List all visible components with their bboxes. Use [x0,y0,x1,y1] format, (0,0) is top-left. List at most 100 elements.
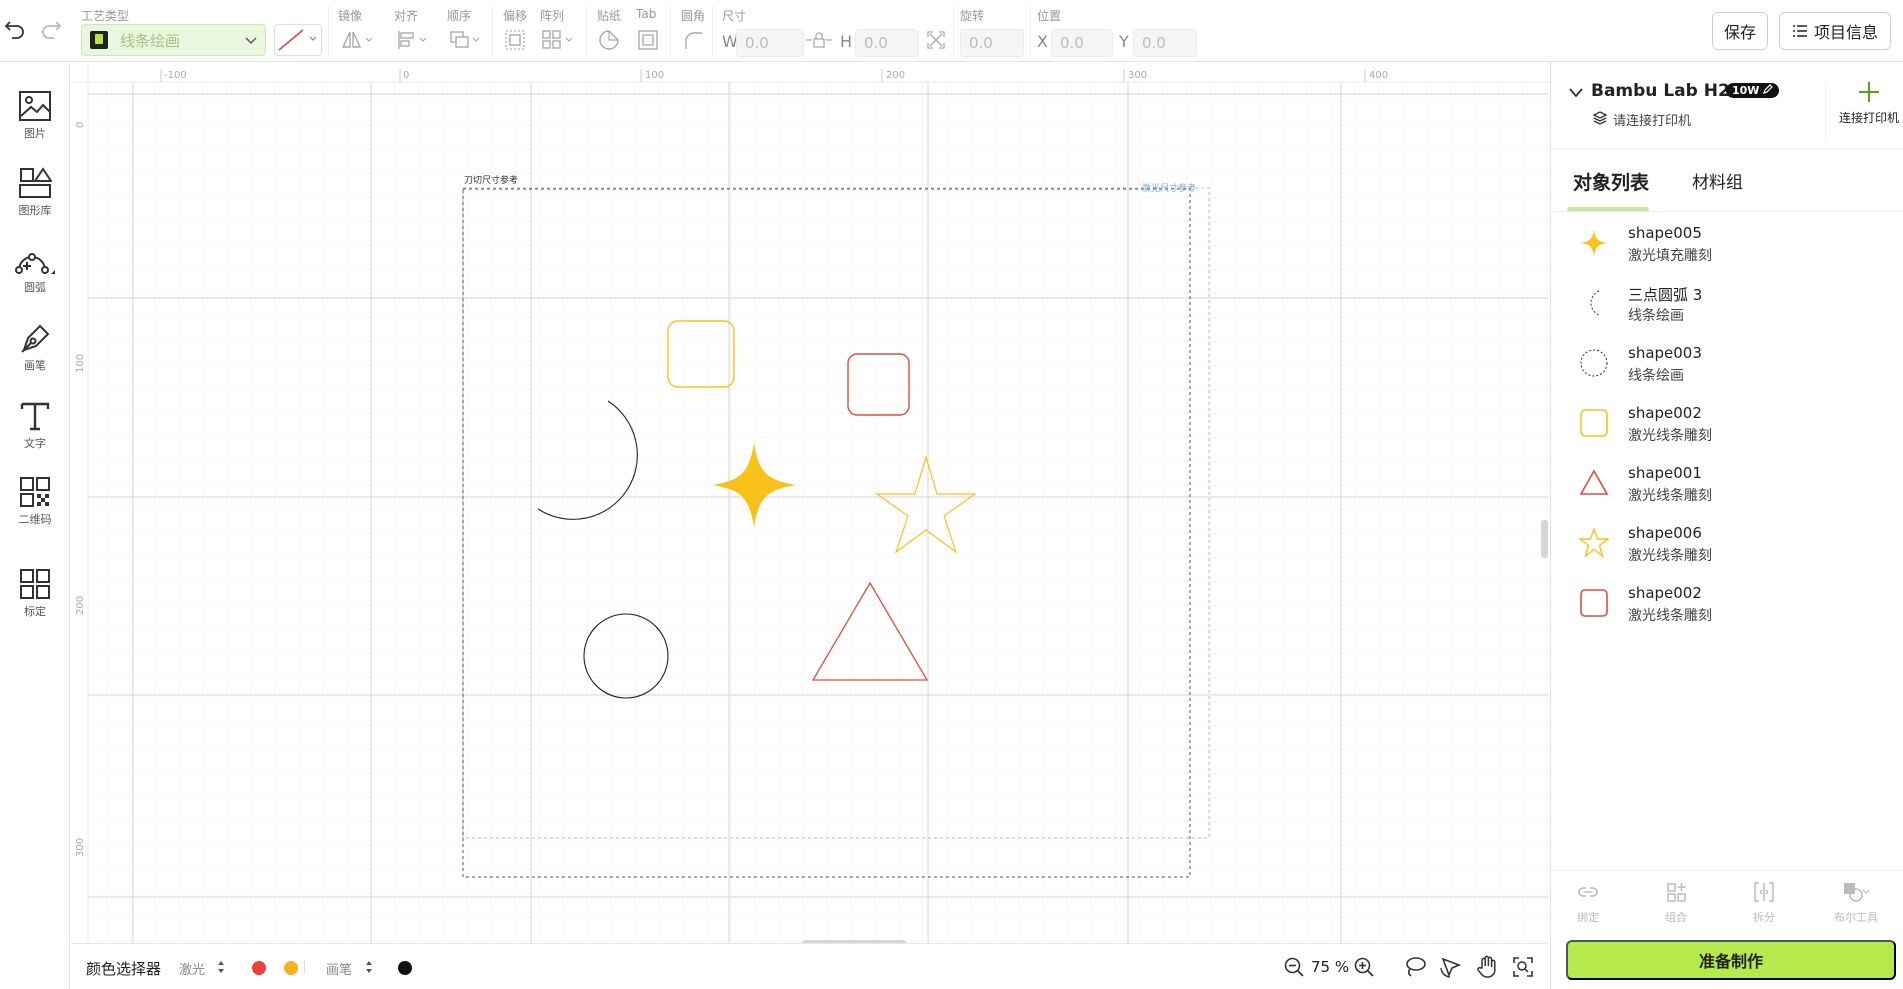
plus-icon [1859,82,1879,102]
text-tool[interactable]: 文字 [0,400,70,451]
lock-ratio-icon[interactable] [806,28,832,52]
split-icon [1754,882,1774,902]
array-icon[interactable] [540,28,578,52]
pointer-select-icon[interactable] [1440,956,1462,978]
object-type: 线条绘画 [1628,308,1684,324]
size-label: 尺寸 [722,9,747,23]
sort-icon[interactable] [216,959,226,975]
object-row[interactable]: shape002 激光线条雕刻 [1551,574,1903,634]
object-row[interactable]: shape002 激光线条雕刻 [1551,394,1903,454]
laser-mode-label[interactable]: 激光 [179,959,205,978]
color-swatch[interactable] [252,961,266,975]
project-info-button[interactable]: 项目信息 [1779,12,1891,50]
process-type-value: 线条绘画 [120,31,181,50]
separator [1551,148,1903,149]
boolean-tool-label: 布尔工具 [1834,911,1878,924]
lasso-select-icon[interactable] [1404,956,1426,978]
corner-radius-icon[interactable] [681,28,705,52]
fit-view-icon[interactable] [1512,956,1534,978]
offset-icon[interactable] [503,28,527,52]
color-picker-label: 颜色选择器 [86,960,162,978]
pen-icon [21,324,50,353]
rotation-field[interactable]: 0.0 [960,29,1024,57]
horizontal-ruler [71,63,1549,82]
order-label: 顺序 [447,9,472,23]
printer-name[interactable]: Bambu Lab H2D [1591,81,1744,101]
chevron-down-icon[interactable] [1569,88,1583,98]
zoom-in-icon[interactable] [1354,957,1374,977]
separator [1551,211,1903,212]
layers-icon [1593,111,1607,125]
save-button[interactable]: 保存 [1712,12,1768,50]
split-button[interactable]: 拆分 [1734,881,1794,925]
ruler-h-label: 300 [1128,70,1147,81]
redo-icon[interactable] [36,14,66,44]
order-icon[interactable] [447,28,485,52]
hand-pan-icon[interactable] [1476,955,1498,979]
undo-icon[interactable] [0,14,30,44]
bind-button[interactable]: 绑定 [1558,881,1618,925]
app-root: 工艺类型 线条绘画 镜像 对齐 顺序 偏移 阵列 贴纸 Tab 圆角 尺寸 W … [0,0,1903,989]
shape-library-tool[interactable]: 图形库 [0,167,70,218]
object-name: shape001 [1628,464,1702,482]
process-type-select[interactable]: 线条绘画 [81,24,266,56]
group-button[interactable]: 组合 [1646,881,1706,925]
image-tool-label: 图片 [24,127,46,140]
object-type: 激光线条雕刻 [1628,608,1712,624]
width-field[interactable]: 0.0 [736,29,804,57]
connect-printer-button[interactable]: 连接打印机 [1834,64,1903,134]
image-tool[interactable]: 图片 [0,90,70,141]
boolean-tool-button[interactable]: 布尔工具 [1826,881,1886,925]
cut-area-label: 刀切尺寸参考 [464,174,518,186]
mirror-icon[interactable] [338,28,376,52]
align-icon[interactable] [394,28,432,52]
tab-material-group[interactable]: 材料组 [1692,168,1743,193]
zoom-level[interactable]: 75 % [1311,958,1349,976]
design-canvas[interactable]: -100 0 100 200 300 400 0 100 200 300 刀切尺… [71,63,1549,943]
x-field[interactable]: 0.0 [1051,29,1113,57]
pen-mode-label[interactable]: 画笔 [326,959,352,978]
pen-tool[interactable]: 画笔 [0,322,70,373]
arc-tool[interactable]: 圆弧 [0,244,70,295]
object-row[interactable]: shape006 激光线条雕刻 [1551,514,1903,574]
vertical-scrollbar[interactable] [1541,520,1548,558]
qrcode-icon [20,477,50,507]
fit-size-icon[interactable] [924,28,948,52]
circle-icon [1580,349,1608,377]
separator [670,6,671,56]
list-icon [1792,25,1807,37]
array-label: 阵列 [540,9,565,23]
separator [712,6,713,56]
chevron-down-icon [245,37,257,45]
laser-module-icon [90,31,108,49]
left-toolbar: 图片 图形库 圆弧 画笔 文字 二维码 标定 [0,62,70,989]
project-info-label: 项目信息 [1813,25,1878,42]
tab-object-list[interactable]: 对象列表 [1573,168,1649,195]
sticker-icon[interactable] [597,28,621,52]
prepare-button[interactable]: 准备制作 [1566,940,1896,980]
separator [1030,6,1031,56]
y-field[interactable]: 0.0 [1133,29,1197,57]
object-type: 激光线条雕刻 [1628,428,1712,444]
tab-tool-icon[interactable] [636,28,660,52]
calibrate-tool[interactable]: 标定 [0,568,70,619]
line-style-icon [278,29,317,51]
object-row[interactable]: 三点圆弧 3 线条绘画 [1551,274,1903,334]
object-row[interactable]: shape001 激光线条雕刻 [1551,454,1903,514]
zoom-out-icon[interactable] [1284,957,1304,977]
split-label: 拆分 [1753,911,1775,924]
sort-icon[interactable] [364,959,374,975]
arc-tool-label: 圆弧 [24,281,46,294]
qrcode-tool[interactable]: 二维码 [0,476,70,527]
color-swatch[interactable] [398,961,412,975]
canvas-svg[interactable]: -100 0 100 200 300 400 0 100 200 300 刀切尺… [71,63,1549,943]
object-name: shape002 [1628,404,1702,422]
line-style-select[interactable] [274,24,322,56]
x-letter: X [1037,32,1048,51]
printer-power-badge[interactable]: 10W [1726,83,1780,98]
height-field[interactable]: 0.0 [855,29,919,57]
ruler-v-label: 100 [75,354,86,373]
object-row[interactable]: shape003 线条绘画 [1551,334,1903,394]
color-swatch[interactable] [284,961,298,975]
object-row[interactable]: shape005 激光填充雕刻 [1551,214,1903,274]
